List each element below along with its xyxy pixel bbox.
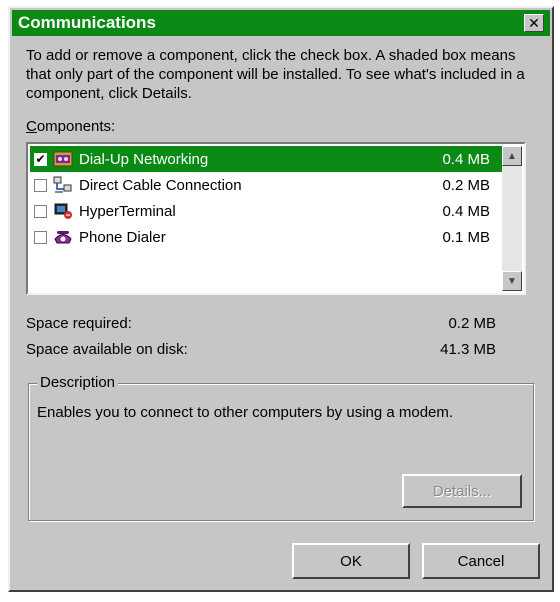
components-label: Components:: [26, 118, 115, 135]
component-name: Direct Cable Connection: [79, 176, 242, 194]
space-required-row: Space required: 0.2 MB: [26, 315, 496, 332]
checkbox-hyperterminal[interactable]: [34, 204, 47, 218]
checkbox-direct-cable-connection[interactable]: [34, 178, 47, 192]
details-button[interactable]: Details...: [402, 474, 522, 508]
space-available-value: 41.3 MB: [440, 341, 496, 358]
space-required-label: Space required:: [26, 315, 132, 332]
components-label-mnemonic: C: [26, 118, 37, 135]
direct-cable-icon: [53, 176, 72, 193]
component-size: 0.4 MB: [442, 150, 490, 168]
components-list: ✔ Dial-Up Networking 0.4 MB Direct Cable…: [30, 146, 502, 291]
hyperterminal-icon: [54, 203, 72, 219]
component-size: 0.4 MB: [442, 202, 490, 220]
ok-button[interactable]: OK: [292, 543, 410, 579]
components-scrollbar[interactable]: ▲ ▼: [502, 146, 522, 291]
scroll-down-button[interactable]: ▼: [502, 271, 522, 291]
title-bar[interactable]: Communications ✕: [12, 10, 550, 36]
instructions-text: To add or remove a component, click the …: [26, 47, 525, 102]
space-available-row: Space available on disk: 41.3 MB: [26, 341, 496, 358]
description-legend: Description: [37, 374, 119, 391]
window-title: Communications: [18, 13, 156, 32]
component-name: Phone Dialer: [79, 228, 166, 246]
description-text: Enables you to connect to other computer…: [37, 404, 454, 421]
components-listbox[interactable]: ✔ Dial-Up Networking 0.4 MB Direct Cable…: [26, 142, 526, 295]
dialup-networking-icon: [53, 151, 73, 167]
list-item-direct-cable-connection[interactable]: Direct Cable Connection 0.2 MB: [30, 172, 502, 198]
component-name: Dial-Up Networking: [79, 150, 209, 168]
list-item-hyperterminal[interactable]: HyperTerminal 0.4 MB: [30, 198, 502, 224]
close-button[interactable]: ✕: [524, 14, 544, 32]
cancel-button[interactable]: Cancel: [422, 543, 540, 579]
checkbox-dialup-networking[interactable]: ✔: [34, 152, 47, 166]
component-size: 0.1 MB: [442, 228, 490, 246]
list-item-phone-dialer[interactable]: Phone Dialer 0.1 MB: [30, 224, 502, 250]
component-name: HyperTerminal: [79, 202, 176, 220]
component-size: 0.2 MB: [442, 176, 490, 194]
phone-dialer-icon: [54, 231, 72, 244]
space-available-label: Space available on disk:: [26, 341, 188, 358]
space-required-value: 0.2 MB: [448, 315, 496, 332]
list-item-dialup-networking[interactable]: ✔ Dial-Up Networking 0.4 MB: [30, 146, 502, 172]
scroll-up-button[interactable]: ▲: [502, 146, 522, 166]
components-label-rest: omponents:: [36, 118, 116, 135]
checkbox-phone-dialer[interactable]: [34, 230, 47, 244]
